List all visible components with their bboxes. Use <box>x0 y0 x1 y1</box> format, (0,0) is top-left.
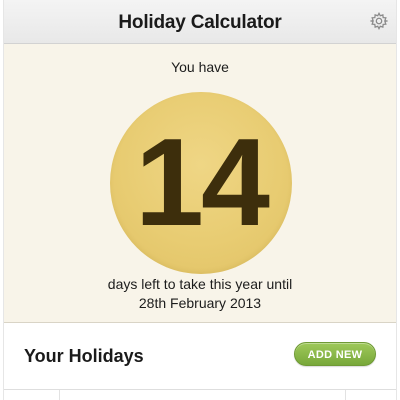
title-bar: Holiday Calculator <box>4 0 396 44</box>
days-left-circle: 14 <box>110 92 292 274</box>
table-column-divider <box>345 390 346 400</box>
until-date: 28th February 2013 <box>138 295 262 311</box>
holiday-calculator-app: Holiday Calculator You have 14 days left… <box>0 0 400 400</box>
your-holidays-title: Your Holidays <box>24 346 144 366</box>
table-column-divider <box>59 390 60 400</box>
days-left-count: 14 <box>135 114 270 252</box>
your-holidays-header: Your Holidays ADD NEW <box>4 323 396 389</box>
days-summary-panel: You have 14 days left to take this year … <box>4 44 396 323</box>
days-left-label: days left to take this year until <box>107 276 293 292</box>
gear-icon[interactable] <box>370 12 388 30</box>
you-have-label: You have <box>171 59 229 75</box>
holidays-table <box>4 389 396 400</box>
right-border <box>396 0 397 400</box>
add-new-button[interactable]: ADD NEW <box>294 342 376 366</box>
app-title: Holiday Calculator <box>118 12 282 33</box>
